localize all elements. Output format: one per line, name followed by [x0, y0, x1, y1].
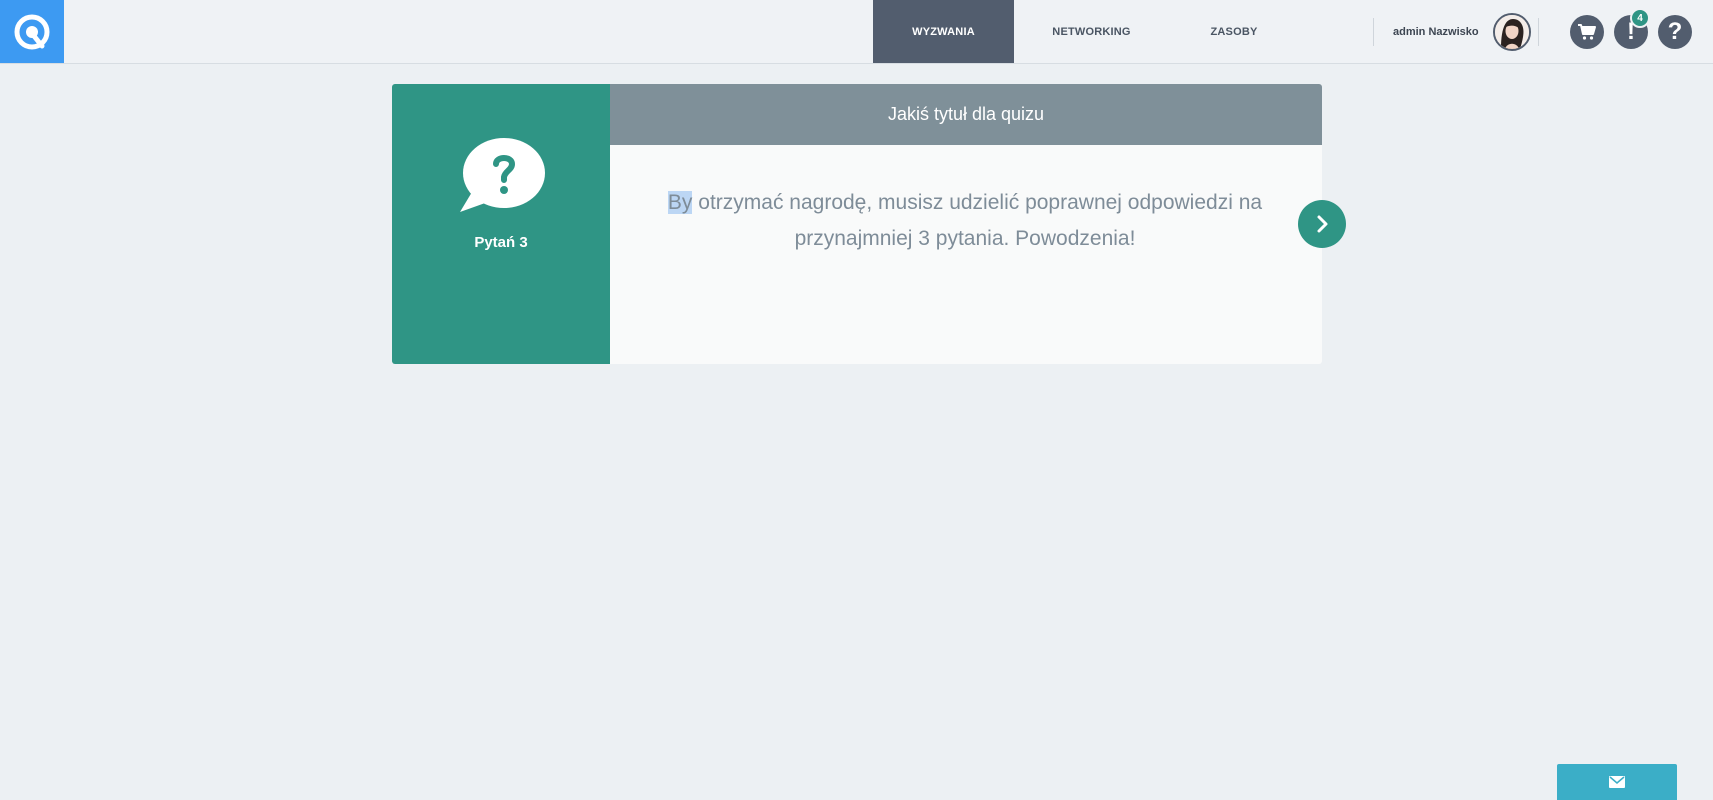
- main-nav: WYZWANIA NETWORKING ZASOBY: [873, 0, 1299, 63]
- next-button[interactable]: [1298, 200, 1346, 248]
- question-bubble-icon: [460, 138, 545, 212]
- chevron-right-icon: [1317, 215, 1328, 233]
- quiz-info-panel: Pytań 3: [392, 84, 610, 364]
- contact-mail-button[interactable]: [1557, 764, 1677, 800]
- help-button[interactable]: ?: [1658, 15, 1692, 49]
- header-divider-2: [1538, 18, 1539, 46]
- help-icon: ?: [1667, 18, 1683, 45]
- top-bar: WYZWANIA NETWORKING ZASOBY admin Nazwisk…: [0, 0, 1713, 64]
- header-divider: [1373, 18, 1374, 46]
- questions-count: Pytań 3: [474, 234, 528, 251]
- avatar-image: [1495, 15, 1529, 49]
- nav-item-networking[interactable]: NETWORKING: [1014, 0, 1169, 63]
- q-logo-icon: [14, 14, 50, 49]
- cart-button[interactable]: [1570, 15, 1604, 49]
- user-name[interactable]: admin Nazwisko: [1393, 0, 1479, 63]
- mail-icon: [1609, 776, 1625, 788]
- notifications-badge: 4: [1630, 8, 1650, 28]
- quiz-message-text: otrzymać nagrodę, musisz udzielić popraw…: [692, 191, 1263, 250]
- selected-text: By: [667, 191, 693, 214]
- quiz-title: Jakiś tytuł dla quizu: [610, 84, 1322, 145]
- nav-item-zasoby[interactable]: ZASOBY: [1169, 0, 1299, 63]
- quiz-message: By otrzymać nagrodę, musisz udzielić pop…: [640, 185, 1290, 257]
- avatar[interactable]: [1493, 13, 1531, 51]
- quiz-body: By otrzymać nagrodę, musisz udzielić pop…: [610, 145, 1322, 364]
- app-logo[interactable]: [0, 0, 64, 63]
- nav-item-wyzwania[interactable]: WYZWANIA: [873, 0, 1014, 63]
- cart-icon: [1578, 24, 1596, 40]
